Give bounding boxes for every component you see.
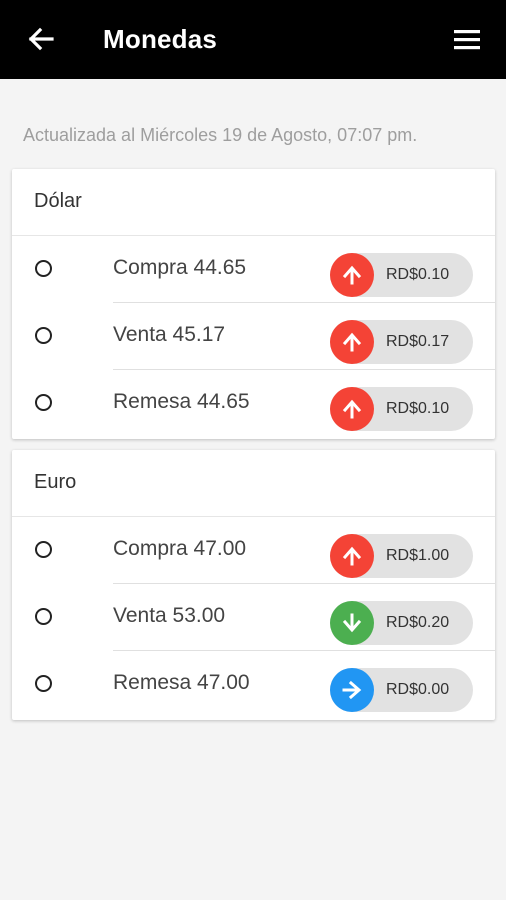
radio-button[interactable]	[35, 260, 52, 277]
hamburger-menu-icon	[454, 30, 480, 50]
arrow-up-icon	[342, 546, 362, 566]
change-chip[interactable]: RD$0.10	[330, 253, 473, 297]
last-updated-text: Actualizada al Miércoles 19 de Agosto, 0…	[23, 125, 418, 145]
trend-badge	[330, 320, 374, 364]
trend-badge	[330, 387, 374, 431]
change-value: RD$0.20	[386, 614, 450, 631]
currency-card-dolar: Dólar Compra 44.65 RD$0.10 Venta 45.17 R…	[12, 169, 495, 439]
back-button[interactable]	[24, 22, 58, 56]
trend-badge	[330, 534, 374, 578]
currency-name: Dólar	[34, 190, 82, 212]
change-value: RD$0.10	[386, 266, 450, 283]
trend-badge	[330, 668, 374, 712]
currency-card-euro: Euro Compra 47.00 RD$1.00 Venta 53.00 RD…	[12, 450, 495, 720]
change-value: RD$1.00	[386, 547, 450, 564]
change-chip[interactable]: RD$0.10	[330, 387, 473, 431]
rate-row-venta: Venta 45.17 RD$0.17	[12, 303, 495, 370]
radio-button[interactable]	[35, 327, 52, 344]
currency-name: Euro	[34, 471, 77, 493]
trend-badge	[330, 601, 374, 645]
menu-button[interactable]	[450, 24, 484, 56]
rate-label: Compra 47.00	[113, 537, 247, 560]
rate-label: Compra 44.65	[113, 256, 247, 279]
radio-button[interactable]	[35, 608, 52, 625]
radio-button[interactable]	[35, 541, 52, 558]
change-chip[interactable]: RD$0.17	[330, 320, 473, 364]
change-value: RD$0.17	[386, 333, 450, 350]
radio-button[interactable]	[35, 675, 52, 692]
page-title: Monedas	[103, 24, 218, 54]
card-header: Dólar	[12, 169, 495, 236]
arrow-up-icon	[342, 399, 362, 419]
arrow-right-icon	[342, 680, 362, 700]
rate-label: Venta 53.00	[113, 604, 226, 627]
rate-label: Remesa 44.65	[113, 390, 250, 413]
arrow-left-icon	[28, 27, 54, 51]
change-chip[interactable]: RD$1.00	[330, 534, 473, 578]
change-chip[interactable]: RD$0.20	[330, 601, 473, 645]
rate-label: Remesa 47.00	[113, 671, 250, 694]
card-header: Euro	[12, 450, 495, 517]
arrow-up-icon	[342, 265, 362, 285]
rate-row-remesa: Remesa 47.00 RD$0.00	[12, 651, 495, 718]
arrow-down-icon	[342, 613, 362, 633]
rate-row-remesa: Remesa 44.65 RD$0.10	[12, 370, 495, 437]
change-value: RD$0.00	[386, 681, 450, 698]
change-chip[interactable]: RD$0.00	[330, 668, 473, 712]
app-bar: Monedas	[0, 0, 506, 79]
rate-label: Venta 45.17	[113, 323, 226, 346]
arrow-up-icon	[342, 332, 362, 352]
rate-row-compra: Compra 47.00 RD$1.00	[12, 517, 495, 584]
trend-badge	[330, 253, 374, 297]
change-value: RD$0.10	[386, 400, 450, 417]
rate-row-venta: Venta 53.00 RD$0.20	[12, 584, 495, 651]
rate-row-compra: Compra 44.65 RD$0.10	[12, 236, 495, 303]
radio-button[interactable]	[35, 394, 52, 411]
